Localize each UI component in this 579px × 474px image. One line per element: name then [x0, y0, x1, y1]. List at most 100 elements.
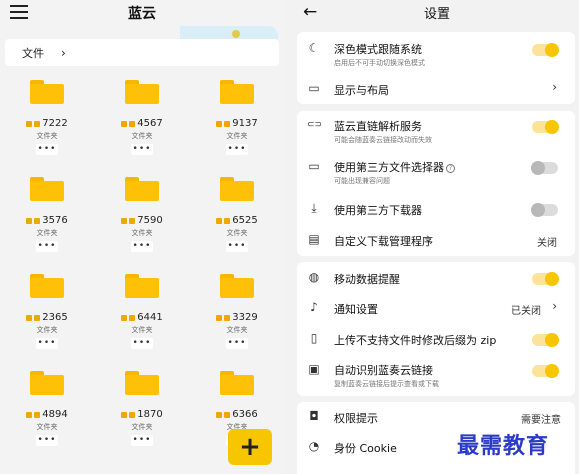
setting-dark-mode-follow-system[interactable]: ☾ 深色模式跟随系统 启用后不可手动切换深色模式: [297, 32, 575, 72]
watermark: 最需教育: [457, 433, 550, 459]
folder-icon: [125, 80, 159, 104]
setting-upload-rename-zip[interactable]: ▯ 上传不支持文件时修改后缀为 zip: [297, 327, 575, 351]
more-options-button[interactable]: •••: [131, 144, 153, 155]
more-options-button[interactable]: •••: [226, 241, 248, 252]
lock-icon: [34, 217, 41, 224]
folder-item[interactable]: 4894 文件夹 •••: [0, 365, 94, 456]
folder-icon: [30, 177, 64, 201]
folder-type: 文件夹: [36, 423, 58, 431]
more-options-button[interactable]: •••: [131, 435, 153, 446]
folder-name-row: 6366: [216, 409, 258, 420]
folder-type: 文件夹: [131, 423, 153, 431]
setting-mobile-data-alert[interactable]: ◍ 移动数据提醒: [297, 266, 575, 290]
setting-label: 蓝云直链解析服务: [334, 120, 422, 133]
lock-icon: [34, 314, 41, 321]
setting-label: 移动数据提醒: [334, 273, 400, 286]
folder-item[interactable]: 7222 文件夹 •••: [0, 74, 94, 165]
more-options-button[interactable]: •••: [226, 144, 248, 155]
more-options-button[interactable]: •••: [131, 338, 153, 349]
folder-item[interactable]: 4567 文件夹 •••: [94, 74, 190, 165]
folder-item[interactable]: 6525 文件夹 •••: [190, 171, 284, 262]
lock-icon: [224, 314, 231, 321]
folder-name: 6366: [232, 409, 258, 420]
banner-illustration: [180, 26, 278, 40]
setting-label: 上传不支持文件时修改后缀为 zip: [334, 334, 497, 347]
folder-grid: 7222 文件夹 ••• 4567 文件夹 ••• 9137 文件夹 ••• 3576 文件夹 •••…: [0, 74, 284, 456]
mobile-data-toggle[interactable]: [532, 272, 559, 286]
setting-value: 关闭: [537, 238, 557, 249]
auto-detect-toggle[interactable]: [532, 364, 559, 378]
setting-notifications[interactable]: ♪ 通知设置 已关闭 ›: [297, 296, 575, 320]
setting-description: 可能会随蓝奏云链接改动而失效: [334, 136, 432, 144]
file-picker-toggle[interactable]: [531, 161, 558, 175]
folder-name: 7222: [42, 118, 68, 129]
setting-label: 通知设置: [334, 303, 378, 316]
folder-icon: [220, 177, 254, 201]
folder-name: 3329: [232, 312, 258, 323]
lock-icon: [224, 411, 231, 418]
downloader-toggle[interactable]: [531, 203, 558, 217]
folder-item[interactable]: 2365 文件夹 •••: [0, 268, 94, 359]
lock-icon: [216, 314, 223, 321]
folder-name-row: 9137: [216, 118, 258, 129]
more-options-button[interactable]: •••: [36, 338, 58, 349]
lock-icon: [121, 411, 128, 418]
breadcrumb[interactable]: 文件 ›: [5, 39, 279, 66]
setting-auto-detect-links[interactable]: ▣ 自动识别蓝奏云链接 复制蓝奏云链接后提示查看或下载: [297, 358, 575, 394]
app-title: 蓝云: [128, 6, 156, 22]
direct-link-toggle[interactable]: [532, 120, 559, 134]
folder-icon: [125, 274, 159, 298]
setting-third-party-file-picker[interactable]: ▭ 使用第三方文件选择器? 可能出现兼容问题: [297, 153, 575, 189]
setting-custom-download-manager[interactable]: ▤ 自定义下载管理程序 关闭: [297, 228, 575, 252]
folder-name: 3576: [42, 215, 68, 226]
more-options-button[interactable]: •••: [131, 241, 153, 252]
folder-item[interactable]: 9137 文件夹 •••: [190, 74, 284, 165]
add-button[interactable]: +: [228, 429, 272, 465]
setting-value: 需要注意: [521, 415, 561, 426]
lock-icon: [26, 120, 33, 127]
settings-card-appearance: ☾ 深色模式跟随系统 启用后不可手动切换深色模式 ▭ 显示与布局 ›: [297, 32, 575, 104]
chevron-right-icon: ›: [552, 80, 557, 94]
link-icon: ⊂⊃: [307, 120, 323, 130]
setting-permission-hint[interactable]: ◘ 权限提示 需要注意: [297, 406, 575, 428]
breadcrumb-root[interactable]: 文件: [22, 45, 44, 61]
more-options-button[interactable]: •••: [226, 338, 248, 349]
folder-type: 文件夹: [36, 229, 58, 237]
zip-suffix-toggle[interactable]: [532, 333, 559, 347]
folder-item[interactable]: 6441 文件夹 •••: [94, 268, 190, 359]
lock-icon: [121, 314, 128, 321]
folder-item[interactable]: 1870 文件夹 •••: [94, 365, 190, 456]
setting-display-layout[interactable]: ▭ 显示与布局 ›: [297, 78, 575, 102]
setting-third-party-downloader[interactable]: ⤓ 使用第三方下载器: [297, 197, 575, 221]
folder-name: 6525: [232, 215, 258, 226]
more-options-button[interactable]: •••: [36, 144, 58, 155]
folder-icon: [30, 80, 64, 104]
screen: 蓝云 文件 › 7222 文件夹 ••• 4567 文件夹 ••• 9137 文件夹 ••• 35…: [0, 0, 579, 474]
lock-icon: [34, 411, 41, 418]
help-icon[interactable]: ?: [446, 164, 455, 173]
folder-type: 文件夹: [131, 229, 153, 237]
folder-name: 9137: [232, 118, 258, 129]
lock-icon: [34, 120, 41, 127]
monitor-icon: ▭: [308, 81, 320, 95]
folder-icon: [125, 371, 159, 395]
setting-direct-link-service[interactable]: ⊂⊃ 蓝云直链解析服务 可能会随蓝奏云链接改动而失效: [297, 111, 575, 149]
folder-name-row: 4567: [121, 118, 163, 129]
folder-name-row: 6525: [216, 215, 258, 226]
bell-icon: ♪: [310, 300, 318, 314]
setting-description: 复制蓝奏云链接后提示查看或下载: [334, 380, 439, 388]
more-options-button[interactable]: •••: [36, 435, 58, 446]
folder-name: 2365: [42, 312, 68, 323]
folder-item[interactable]: 3329 文件夹 •••: [190, 268, 284, 359]
more-options-button[interactable]: •••: [36, 241, 58, 252]
folder-item[interactable]: 7590 文件夹 •••: [94, 171, 190, 262]
folder-name: 4894: [42, 409, 68, 420]
lock-icon: ◘: [309, 409, 319, 423]
folder-type: 文件夹: [36, 326, 58, 334]
folder-item[interactable]: 3576 文件夹 •••: [0, 171, 94, 262]
setting-label: 使用第三方下载器: [334, 204, 422, 217]
folder-icon: ▭: [308, 159, 320, 173]
chevron-right-icon: ›: [552, 299, 557, 313]
folder-type: 文件夹: [226, 326, 248, 334]
dark-mode-toggle[interactable]: [532, 43, 559, 57]
